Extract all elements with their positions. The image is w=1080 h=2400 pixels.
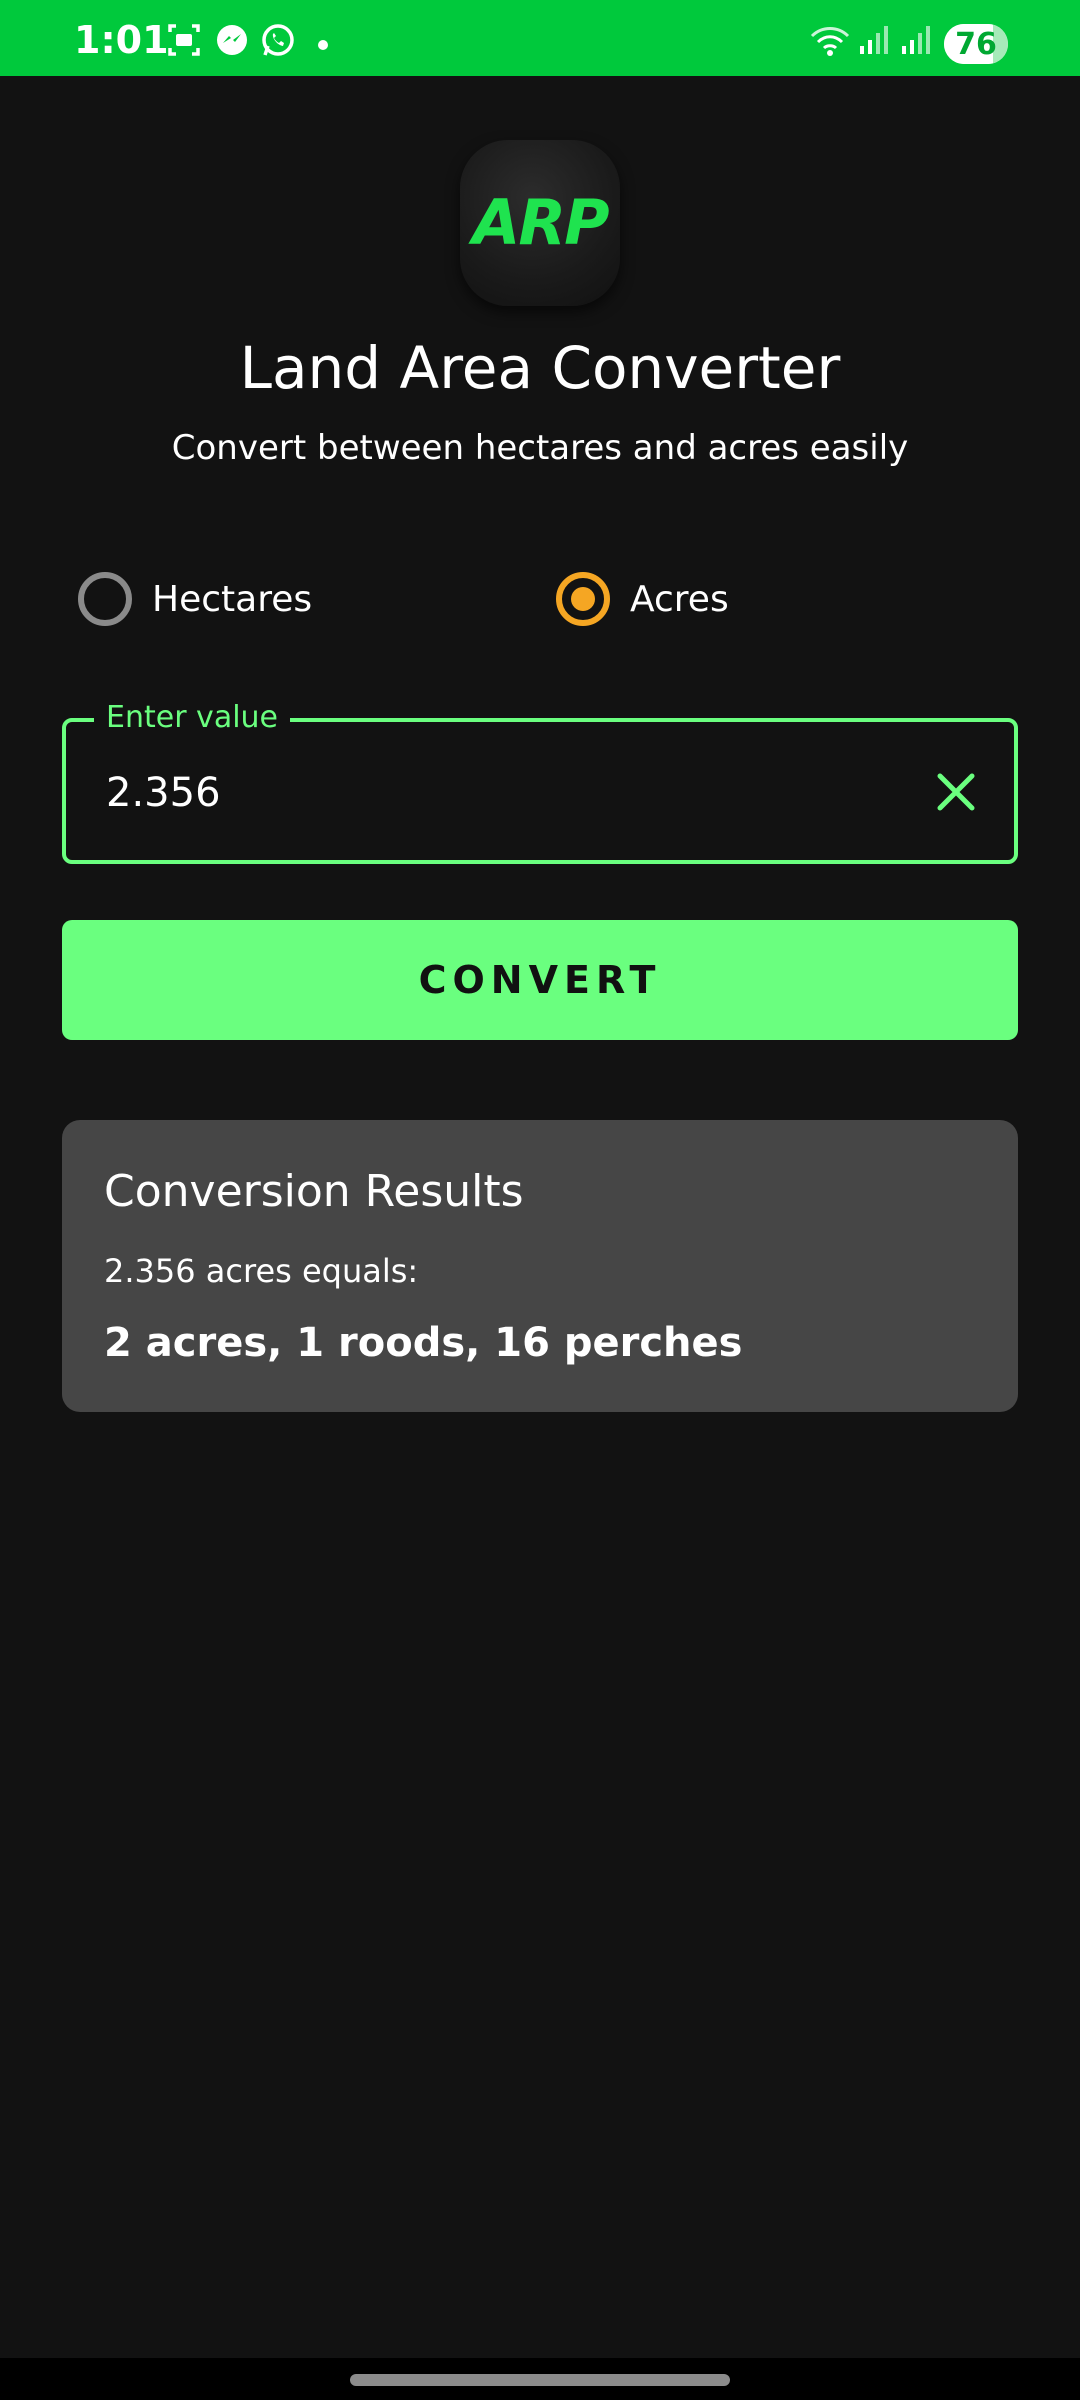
- convert-button[interactable]: CONVERT: [62, 920, 1018, 1040]
- app-screen: 1:01 76 ARP Land Area Converter Convert …: [0, 0, 1080, 2400]
- messenger-icon: [217, 25, 247, 55]
- notification-dot-icon: [318, 40, 328, 50]
- radio-acres[interactable]: Acres: [556, 566, 729, 632]
- signal-icon-2: [902, 26, 930, 54]
- app-logo-text: ARP: [472, 186, 609, 259]
- value-field: Enter value: [62, 700, 1018, 864]
- whatsapp-icon: [262, 24, 294, 56]
- navigation-bar: [0, 2358, 1080, 2400]
- battery-level: 76: [955, 27, 997, 62]
- page-title: Land Area Converter: [239, 334, 841, 402]
- value-input[interactable]: [106, 762, 886, 824]
- radio-label-acres: Acres: [630, 578, 729, 620]
- radio-circle-hectares-icon: [78, 572, 132, 626]
- status-bar: 1:01 76: [0, 0, 1080, 76]
- home-gesture-handle[interactable]: [350, 2374, 730, 2386]
- results-equals-line: 2.356 acres equals:: [104, 1252, 419, 1290]
- results-value: 2 acres, 1 roods, 16 perches: [104, 1320, 743, 1366]
- radio-label-hectares: Hectares: [152, 578, 313, 620]
- value-field-label: Enter value: [94, 700, 291, 735]
- results-card: Conversion Results 2.356 acres equals: 2…: [62, 1120, 1018, 1412]
- radio-circle-acres-icon: [556, 572, 610, 626]
- clear-icon[interactable]: [928, 764, 984, 820]
- wifi-icon: [810, 27, 850, 56]
- battery-indicator: 76: [944, 24, 1008, 64]
- screenshot-icon: [168, 24, 200, 56]
- results-title: Conversion Results: [104, 1166, 524, 1217]
- radio-hectares[interactable]: Hectares: [78, 566, 312, 632]
- signal-icon: [860, 26, 888, 54]
- status-time: 1:01: [74, 18, 169, 62]
- app-logo: ARP: [460, 140, 620, 306]
- page-subtitle: Convert between hectares and acres easil…: [171, 428, 909, 468]
